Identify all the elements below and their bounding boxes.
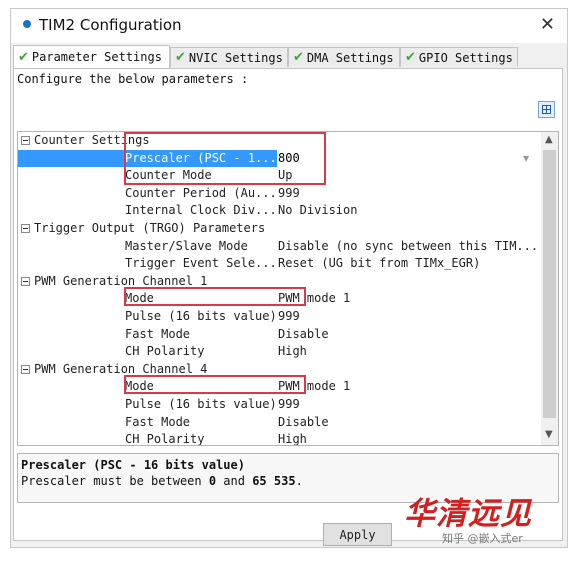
description-text-suffix: . [295, 474, 303, 488]
param-name: Mode [125, 379, 154, 394]
description-text-prefix: Prescaler must be between [21, 474, 209, 488]
tab-dma-settings[interactable]: ✔ DMA Settings [288, 47, 400, 67]
param-row-counter-period[interactable]: Counter Period (Au... 999 [18, 185, 541, 203]
group-trigger-output[interactable]: Trigger Output (TRGO) Parameters [18, 220, 541, 238]
param-row-ch4-mode[interactable]: Mode PWM mode 1 [18, 378, 541, 396]
param-row-ch1-polarity[interactable]: CH Polarity High [18, 343, 541, 361]
param-name: Counter Mode [125, 168, 212, 183]
check-icon: ✔ [293, 50, 304, 65]
param-row-master-slave-mode[interactable]: Master/Slave Mode Disable (no sync betwe… [18, 238, 541, 256]
param-name: Internal Clock Div... [125, 203, 277, 218]
param-name: Fast Mode [125, 414, 191, 429]
tab-label: NVIC Settings [188, 50, 283, 65]
description-min: 0 [208, 474, 217, 488]
param-row-ch4-fast-mode[interactable]: Fast Mode Disable [18, 414, 541, 432]
group-pwm-channel-1[interactable]: PWM Generation Channel 1 [18, 273, 541, 291]
param-name: Pulse (16 bits value) [125, 396, 277, 411]
tab-label: Parameter Settings [31, 50, 162, 64]
param-row-prescaler[interactable]: Prescaler (PSC - 1... 800 ▼ [18, 149, 541, 168]
param-row-ch1-mode[interactable]: Mode PWM mode 1 [18, 290, 541, 308]
group-counter-settings[interactable]: Counter Settings [18, 132, 541, 150]
collapse-icon[interactable] [21, 136, 30, 145]
tab-parameter-settings[interactable]: ✔ Parameter Settings [13, 45, 170, 68]
tab-label: DMA Settings [306, 50, 394, 65]
param-value[interactable]: High [278, 343, 540, 361]
check-icon: ✔ [175, 50, 186, 65]
param-row-counter-mode[interactable]: Counter Mode Up [18, 167, 541, 185]
param-value[interactable]: 999 [278, 396, 540, 414]
param-value[interactable]: Reset (UG bit from TIMx_EGR) [278, 255, 540, 273]
param-name: CH Polarity [125, 432, 205, 446]
dropdown-arrow-icon[interactable]: ▼ [523, 150, 529, 168]
param-value[interactable]: Disable [278, 326, 540, 344]
scrollbar-thumb[interactable] [543, 150, 556, 418]
param-row-ch4-polarity[interactable]: CH Polarity High [18, 431, 541, 446]
group-pwm-channel-4[interactable]: PWM Generation Channel 4 [18, 361, 541, 379]
scroll-up-icon[interactable]: ▲ [545, 134, 553, 145]
param-name: Prescaler (PSC - 1... [18, 149, 277, 168]
param-value[interactable]: Disable [278, 414, 540, 432]
scroll-down-icon[interactable]: ▼ [545, 429, 553, 440]
param-value[interactable]: High [278, 431, 540, 445]
param-value[interactable]: Disable (no sync between this TIM... [278, 238, 540, 256]
apply-button[interactable]: Apply [323, 523, 392, 546]
param-value[interactable]: PWM mode 1 [278, 378, 540, 396]
tab-label: GPIO Settings [418, 50, 513, 65]
parameter-rows: Counter Settings Prescaler (PSC - 1... 8… [18, 132, 541, 446]
watermark-source: 知乎 @嵌入式er [442, 532, 523, 545]
collapse-icon[interactable] [21, 276, 30, 286]
tim2-configuration-dialog: TIM2 Configuration ✕ ✔ Parameter Setting… [10, 8, 568, 548]
grid-icon [542, 105, 551, 114]
description-text-mid: and [216, 474, 253, 488]
param-name: CH Polarity [125, 344, 205, 359]
grid-view-button[interactable] [538, 101, 555, 118]
param-name: Mode [125, 291, 154, 306]
check-icon: ✔ [18, 49, 29, 65]
collapse-icon[interactable] [21, 223, 30, 233]
description-max: 65 535 [252, 474, 296, 488]
watermark-brand: 华清远见 [404, 496, 532, 532]
param-value[interactable]: Up [278, 167, 540, 185]
param-name: Trigger Event Sele... [125, 256, 277, 271]
group-name: Counter Settings [34, 133, 150, 147]
intro-text: Configure the below parameters : [17, 72, 249, 86]
check-icon: ✔ [405, 50, 416, 65]
param-value[interactable]: No Division [278, 202, 540, 220]
param-row-ch4-pulse[interactable]: Pulse (16 bits value) 999 [18, 396, 541, 414]
param-value[interactable]: 800 [278, 149, 540, 168]
param-value[interactable]: 999 [278, 185, 540, 203]
parameter-tree: Counter Settings Prescaler (PSC - 1... 8… [17, 131, 559, 446]
group-name: PWM Generation Channel 4 [34, 361, 208, 376]
title-bar: TIM2 Configuration ✕ [11, 9, 567, 43]
window-title: TIM2 Configuration [39, 16, 182, 34]
description-title: Prescaler (PSC - 16 bits value) [21, 458, 245, 472]
tab-nvic-settings[interactable]: ✔ NVIC Settings [170, 47, 288, 67]
tab-gpio-settings[interactable]: ✔ GPIO Settings [400, 47, 518, 67]
param-row-ch1-pulse[interactable]: Pulse (16 bits value) 999 [18, 308, 541, 326]
collapse-icon[interactable] [21, 364, 30, 374]
vertical-scrollbar[interactable]: ▲ ▼ [541, 132, 558, 445]
param-name: Fast Mode [125, 326, 191, 341]
param-name: Counter Period (Au... [125, 185, 277, 200]
param-value[interactable]: PWM mode 1 [278, 290, 540, 308]
parameter-settings-panel: Configure the below parameters : Counter… [13, 68, 563, 546]
param-row-ch1-fast-mode[interactable]: Fast Mode Disable [18, 326, 541, 344]
app-icon [23, 20, 31, 28]
param-value[interactable]: 999 [278, 308, 540, 326]
description-text: Prescaler must be between 0 and 65 535. [21, 474, 303, 488]
param-name: Master/Slave Mode [125, 238, 248, 253]
group-name: PWM Generation Channel 1 [34, 273, 208, 288]
group-name: Trigger Output (TRGO) Parameters [34, 220, 266, 235]
param-row-trigger-event-selection[interactable]: Trigger Event Sele... Reset (UG bit from… [18, 255, 541, 273]
close-icon[interactable]: ✕ [540, 14, 555, 35]
param-name: Pulse (16 bits value) [125, 308, 277, 323]
param-row-internal-clock-division[interactable]: Internal Clock Div... No Division [18, 202, 541, 220]
